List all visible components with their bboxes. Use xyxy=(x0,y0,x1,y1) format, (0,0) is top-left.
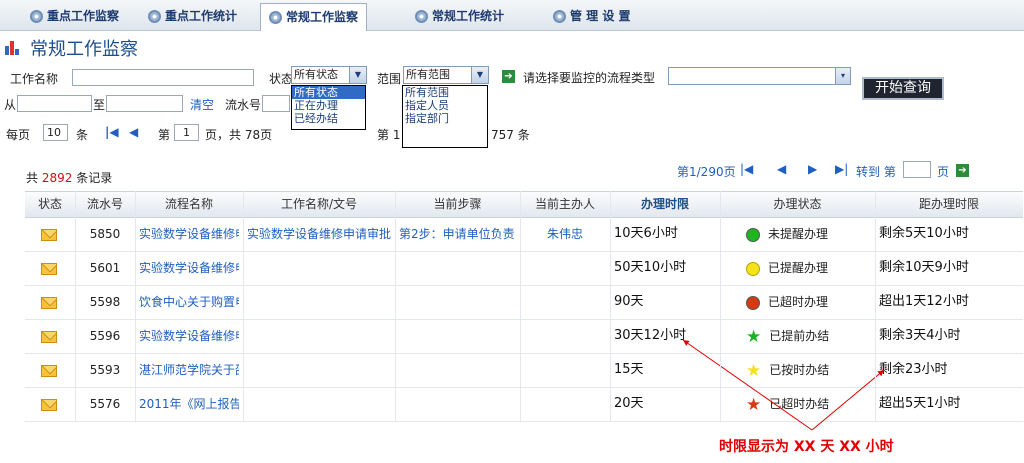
annotation-arrow-right xyxy=(811,369,885,431)
column-divider xyxy=(75,191,76,421)
annotation-arrow-left xyxy=(682,339,813,431)
column-divider xyxy=(875,191,876,421)
time-limit-annotation: 时限显示为 XX 天 XX 小时 xyxy=(719,439,894,455)
annotation-arrows xyxy=(682,339,885,431)
column-divider xyxy=(610,191,611,421)
column-divider xyxy=(720,191,721,421)
column-divider xyxy=(395,191,396,421)
column-divider xyxy=(135,191,136,421)
column-divider xyxy=(520,191,521,421)
column-divider xyxy=(243,191,244,421)
